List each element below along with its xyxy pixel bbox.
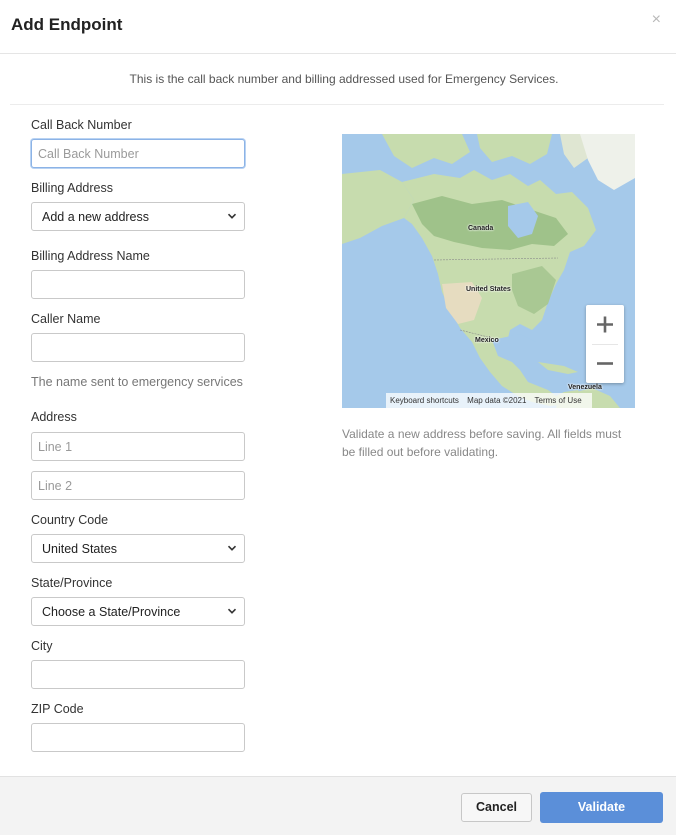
zoom-in-button[interactable] (586, 305, 624, 344)
caller-name-input[interactable] (31, 333, 245, 362)
map-label-venezuela: Venezuela (568, 384, 602, 391)
country-code-label: Country Code (31, 513, 109, 527)
close-icon[interactable]: × (652, 12, 661, 28)
state-province-label: State/Province (31, 576, 113, 590)
map-validation-note: Validate a new address before saving. Al… (342, 427, 622, 459)
chevron-down-icon (227, 545, 237, 551)
validate-button[interactable]: Validate (540, 792, 663, 823)
map-label-mexico: Mexico (475, 337, 499, 344)
address-label: Address (31, 410, 77, 424)
minus-icon (597, 362, 613, 365)
map-zoom-control (586, 305, 624, 383)
callback-number-label: Call Back Number (31, 118, 132, 132)
map-label-united-states: United States (466, 286, 511, 293)
billing-address-name-input[interactable] (31, 270, 245, 299)
address-line1-input[interactable] (31, 432, 245, 461)
map-attribution: Keyboard shortcuts Map data ©2021 Terms … (386, 393, 592, 408)
billing-address-selected: Add a new address (42, 210, 150, 224)
modal-title: Add Endpoint (11, 15, 123, 34)
divider (10, 104, 664, 105)
state-province-select[interactable]: Choose a State/Province (31, 597, 245, 626)
terms-of-use-link[interactable]: Terms of Use (535, 396, 582, 405)
country-code-select[interactable]: United States (31, 534, 245, 563)
city-label: City (31, 639, 53, 653)
city-input[interactable] (31, 660, 245, 689)
map-data-text: Map data ©2021 (467, 396, 527, 405)
country-code-selected: United States (42, 542, 118, 556)
map-label-canada: Canada (468, 225, 494, 232)
caller-name-help: The name sent to emergency services (31, 375, 243, 389)
chevron-down-icon (227, 608, 237, 614)
zoom-out-button[interactable] (586, 344, 624, 383)
zip-code-input[interactable] (31, 723, 245, 752)
intro-text: This is the call back number and billing… (129, 72, 559, 86)
chevron-down-icon (227, 213, 237, 219)
billing-address-label: Billing Address (31, 181, 113, 195)
address-line2-input[interactable] (31, 471, 245, 500)
keyboard-shortcuts-link[interactable]: Keyboard shortcuts (390, 396, 459, 405)
plus-icon (597, 316, 613, 333)
caller-name-label: Caller Name (31, 312, 101, 326)
callback-number-input[interactable] (31, 139, 245, 168)
zip-code-label: ZIP Code (31, 702, 84, 716)
billing-address-name-label: Billing Address Name (31, 249, 150, 263)
modal-footer: Cancel Validate (0, 776, 676, 835)
billing-address-select[interactable]: Add a new address (31, 202, 245, 231)
modal-header: Add Endpoint × (0, 0, 676, 54)
cancel-button[interactable]: Cancel (461, 793, 532, 822)
state-province-selected: Choose a State/Province (42, 605, 181, 619)
map-view[interactable]: Canada United States Mexico Venezuela Ke… (342, 134, 635, 408)
add-endpoint-modal: Add Endpoint × This is the call back num… (0, 0, 676, 835)
